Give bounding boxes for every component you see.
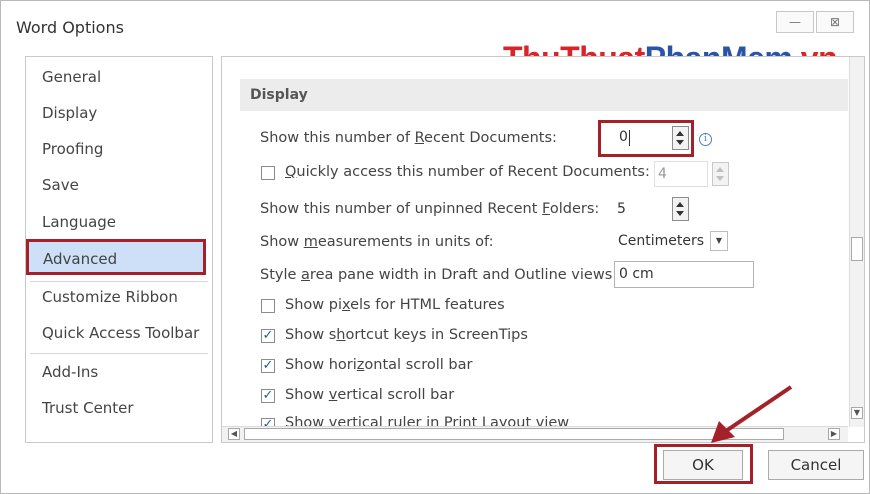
scroll-left-button[interactable]: ◀ <box>228 428 240 440</box>
unpinned-folders-label: Show this number of unpinned Recent Fold… <box>260 201 600 217</box>
sidebar-item-language[interactable]: Language <box>42 213 116 231</box>
scroll-right-button[interactable]: ▶ <box>828 428 840 440</box>
unpinned-folders-input[interactable]: 5 <box>614 197 668 223</box>
sidebar-item-general[interactable]: General <box>42 68 101 86</box>
style-area-input[interactable]: 0 cm <box>614 261 754 288</box>
horizontal-scroll-checkbox[interactable]: ✓ <box>261 359 275 373</box>
vertical-scroll-checkbox[interactable]: ✓ <box>261 389 275 403</box>
unpinned-folders-spinner[interactable] <box>672 197 689 221</box>
quick-access-spinner[interactable] <box>712 162 729 186</box>
unpinned-folders-value: 5 <box>617 201 626 217</box>
cancel-button[interactable]: Cancel <box>768 450 864 480</box>
shortcut-keys-label: Show shortcut keys in ScreenTips <box>285 327 528 343</box>
quick-access-label: Quickly access this number of Recent Doc… <box>285 164 650 180</box>
sidebar-item-customize-ribbon[interactable]: Customize Ribbon <box>42 288 178 306</box>
section-title: Display <box>250 87 308 103</box>
vertical-scroll-label: Show vertical scroll bar <box>285 387 455 403</box>
highlight-box-ok <box>654 444 753 484</box>
pixels-html-label: Show pixels for HTML features <box>285 297 505 313</box>
highlight-box-recent-docs <box>598 120 694 157</box>
shortcut-keys-checkbox[interactable]: ✓ <box>261 329 275 343</box>
scroll-down-button[interactable]: ▼ <box>851 407 863 419</box>
sidebar-item-proofing[interactable]: Proofing <box>42 140 103 158</box>
sidebar-divider <box>30 281 208 282</box>
sidebar-divider <box>30 353 208 354</box>
sidebar-item-display[interactable]: Display <box>42 104 97 122</box>
quick-access-input[interactable]: 4 <box>654 161 708 187</box>
info-icon[interactable]: i <box>699 133 712 146</box>
vertical-scrollbar-thumb[interactable] <box>851 237 863 261</box>
measurements-value: Centimeters <box>618 233 705 249</box>
options-sidebar: General Display Proofing Save Language A… <box>25 56 213 443</box>
vertical-scrollbar[interactable]: ▼ <box>849 57 864 427</box>
quick-access-checkbox[interactable] <box>261 166 275 180</box>
quick-access-value: 4 <box>658 166 667 182</box>
sidebar-item-trust-center[interactable]: Trust Center <box>42 399 134 417</box>
sidebar-item-quick-access-toolbar[interactable]: Quick Access Toolbar <box>42 324 199 342</box>
dropdown-arrow-icon[interactable]: ▼ <box>710 231 728 251</box>
section-header-display: Display <box>240 79 848 111</box>
dialog-title: Word Options <box>16 18 124 37</box>
measurements-label: Show measurements in units of: <box>260 234 494 250</box>
style-area-label: Style area pane width in Draft and Outli… <box>260 267 618 283</box>
sidebar-item-advanced-label: Advanced <box>43 250 118 268</box>
annotation-arrow <box>711 385 793 443</box>
minimize-button[interactable]: — <box>776 11 814 33</box>
measurements-select[interactable]: Centimeters ▼ <box>614 229 732 253</box>
recent-docs-label: Show this number of Recent Documents: <box>260 130 557 146</box>
close-button[interactable]: ⊠ <box>816 11 854 33</box>
sidebar-item-save[interactable]: Save <box>42 176 79 194</box>
pixels-html-checkbox[interactable] <box>261 299 275 313</box>
sidebar-item-advanced[interactable]: Advanced <box>26 239 206 275</box>
sidebar-item-add-ins[interactable]: Add-Ins <box>42 363 98 381</box>
horizontal-scroll-label: Show horizontal scroll bar <box>285 357 473 373</box>
word-options-dialog: Word Options — ⊠ ThuThuatPhanMem.vn Gene… <box>0 0 870 494</box>
